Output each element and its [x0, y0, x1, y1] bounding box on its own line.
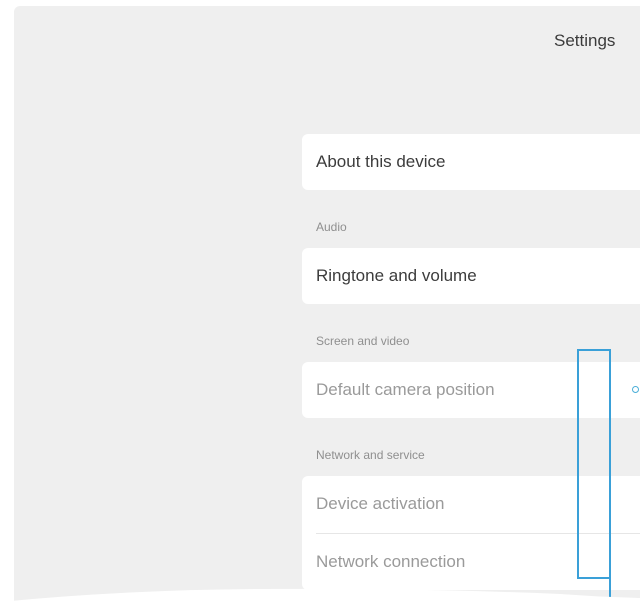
- radio-icon[interactable]: [632, 386, 639, 393]
- network-connection-item[interactable]: Network connection: [316, 552, 465, 572]
- section-label-audio: Audio: [316, 220, 347, 234]
- section-label-screen-video: Screen and video: [316, 334, 410, 348]
- device-activation-item[interactable]: Device activation: [316, 494, 445, 514]
- default-camera-position-label: Default camera position: [316, 380, 495, 399]
- section-label-network-service: Network and service: [316, 448, 425, 462]
- settings-panel: Settings About this device Audio Rington…: [14, 6, 640, 603]
- bottom-wave-decoration: [0, 588, 640, 603]
- highlight-frame: [577, 349, 611, 579]
- highlight-line: [609, 349, 611, 603]
- ringtone-and-volume-label: Ringtone and volume: [316, 266, 477, 285]
- about-this-device-label: About this device: [316, 152, 446, 171]
- ringtone-and-volume-item[interactable]: Ringtone and volume: [302, 248, 640, 304]
- about-this-device-item[interactable]: About this device: [302, 134, 640, 190]
- page-title: Settings: [554, 31, 616, 50]
